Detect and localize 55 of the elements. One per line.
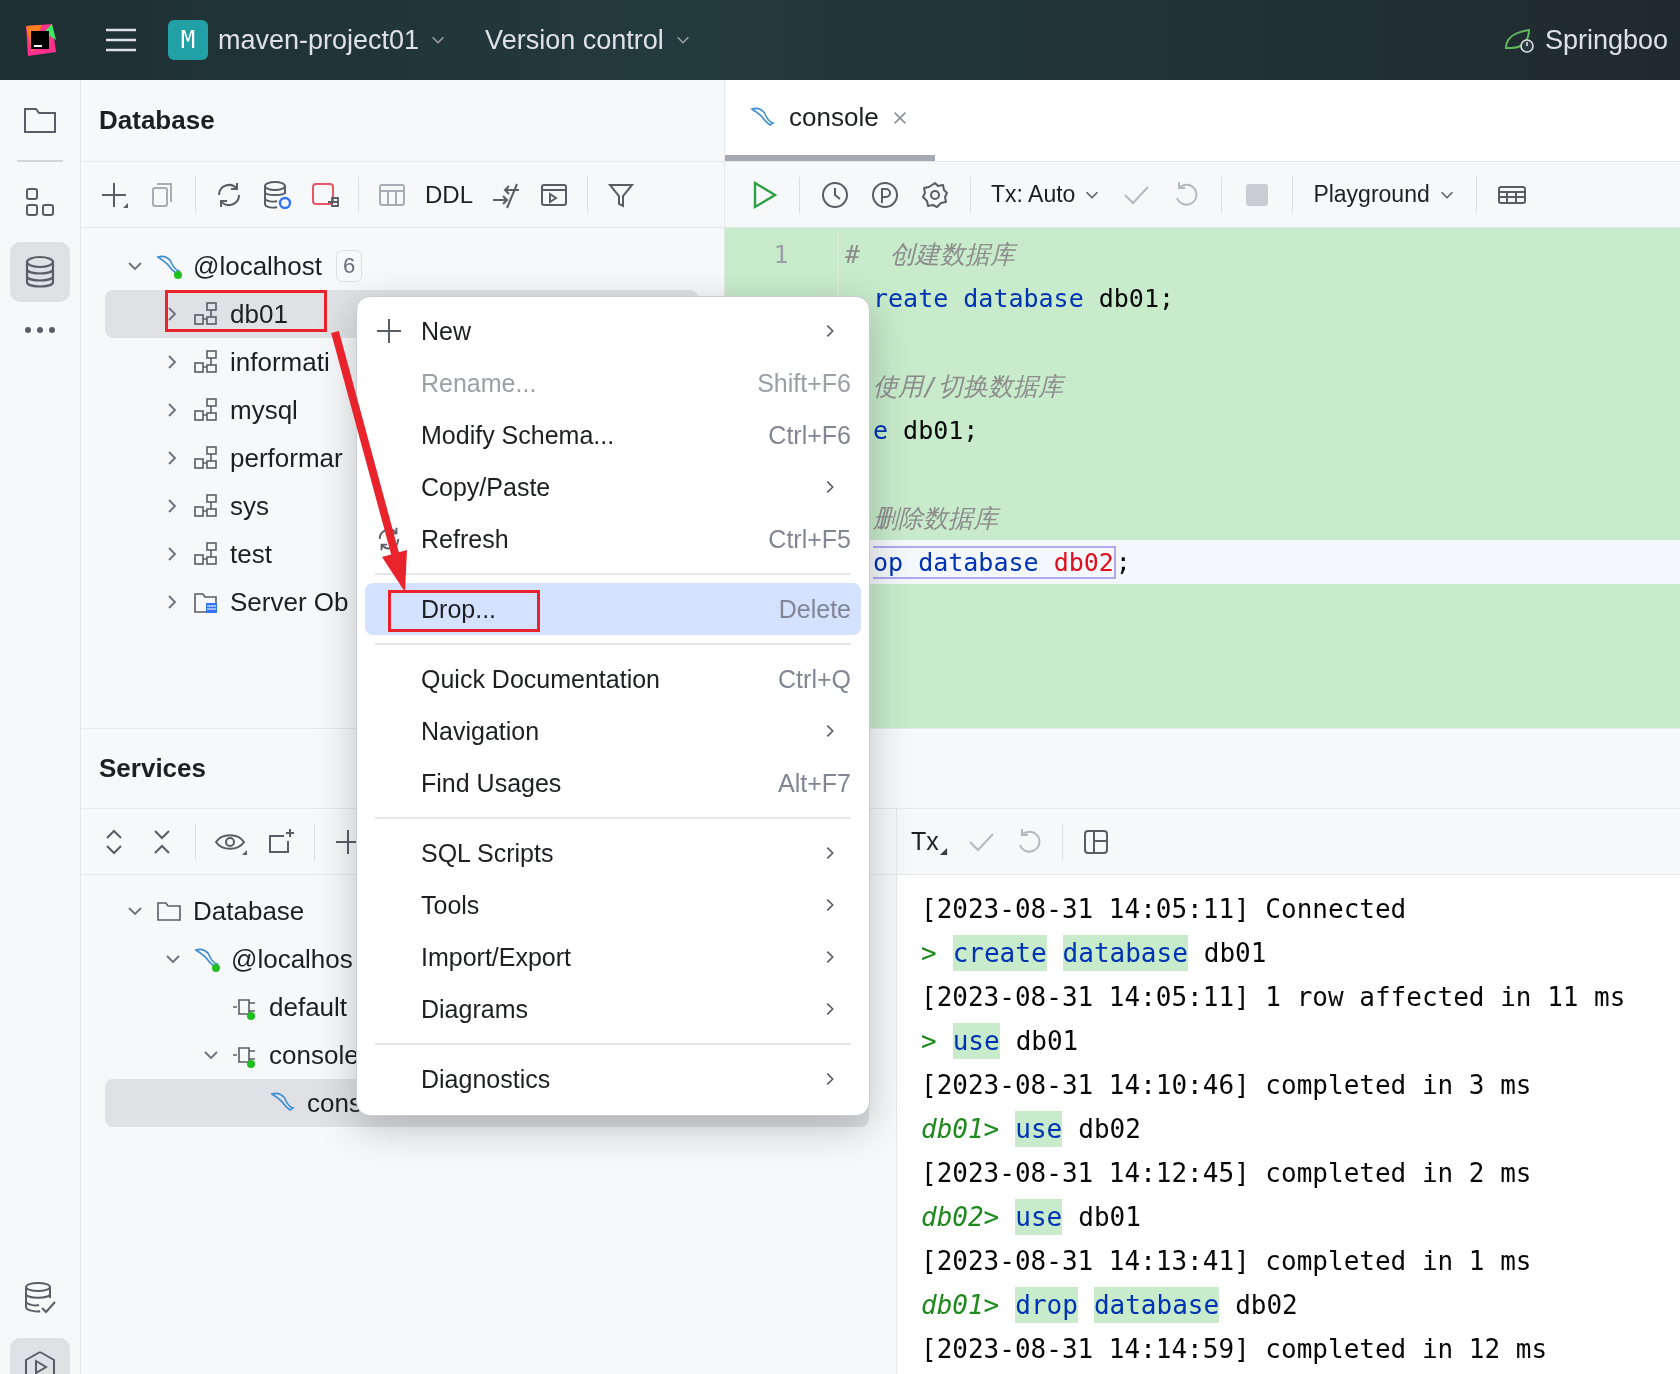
code-token: ; — [1115, 547, 1131, 577]
tree-label: default — [269, 991, 348, 1023]
console-token: database — [1062, 935, 1188, 971]
shortcut-label: Ctrl+F5 — [768, 524, 851, 554]
tree-label: performar — [230, 442, 343, 474]
tree-label: @localhos — [231, 943, 353, 975]
console-token: create — [952, 935, 1047, 971]
console-token: [2023-08-31 14:14:59] completed in 12 ms — [921, 1334, 1548, 1364]
console-token: db01> — [921, 1114, 1000, 1144]
code-token: # 创建数据库 — [845, 238, 1016, 271]
code-token: db02 — [1053, 545, 1116, 579]
console-token: [2023-08-31 14:05:11] 1 row affected in 11 ms — [921, 982, 1626, 1012]
shortcut-label: Shift+F6 — [757, 368, 851, 398]
console-token: db01 — [1015, 1026, 1079, 1056]
tree-label: Database — [193, 895, 305, 927]
tree-label: Server Ob — [230, 586, 349, 618]
console-token: db01 — [1203, 938, 1267, 968]
tree-label: console — [269, 1039, 359, 1071]
tree-label: @localhost — [193, 250, 322, 282]
code-token: e — [873, 415, 889, 445]
console-token: db02 — [1078, 1114, 1141, 1144]
console-token: use — [1015, 1199, 1063, 1235]
code-token: db01; — [902, 415, 979, 445]
tree-label: mysql — [230, 394, 298, 426]
count-badge: 6 — [336, 250, 363, 282]
tree-label: db01 — [230, 298, 288, 330]
console-token: db01 — [1078, 1202, 1141, 1232]
code-token: 使用/切换数据库 — [873, 370, 1064, 403]
console-token: [2023-08-31 14:05:11] Connected — [921, 894, 1407, 924]
console-token: database — [1093, 1287, 1220, 1323]
console-token: db02 — [1235, 1290, 1298, 1320]
tree-label: informati — [230, 346, 330, 378]
code-token: reate database — [873, 283, 1084, 313]
shortcut-label: Ctrl+Q — [778, 664, 851, 694]
code-token: db01; — [1097, 283, 1175, 313]
tree-label: sys — [230, 490, 269, 522]
console-token: drop — [1015, 1287, 1078, 1323]
code-token: op database — [873, 545, 1054, 579]
line-number: 1 — [773, 239, 789, 269]
console-token: > — [921, 1026, 937, 1056]
console-token: use — [1015, 1111, 1063, 1147]
console-token: db02> — [921, 1202, 1000, 1232]
tree-label: test — [230, 538, 272, 570]
console-token: [2023-08-31 14:12:45] completed in 2 ms — [921, 1158, 1532, 1188]
panel-title: Services — [99, 753, 206, 784]
shortcut-label: Delete — [778, 594, 851, 624]
console-token: [2023-08-31 14:13:41] completed in 1 ms — [921, 1246, 1532, 1276]
panel-title: Database — [99, 105, 215, 136]
console-token: db01> — [921, 1290, 1000, 1320]
console-token: use — [952, 1023, 1000, 1059]
shortcut-label: Ctrl+F6 — [768, 420, 851, 450]
console-token: > — [921, 938, 937, 968]
shortcut-label: Alt+F7 — [778, 768, 851, 798]
project-badge: M — [168, 20, 208, 60]
console-token: [2023-08-31 14:10:46] completed in 3 ms — [921, 1070, 1532, 1100]
